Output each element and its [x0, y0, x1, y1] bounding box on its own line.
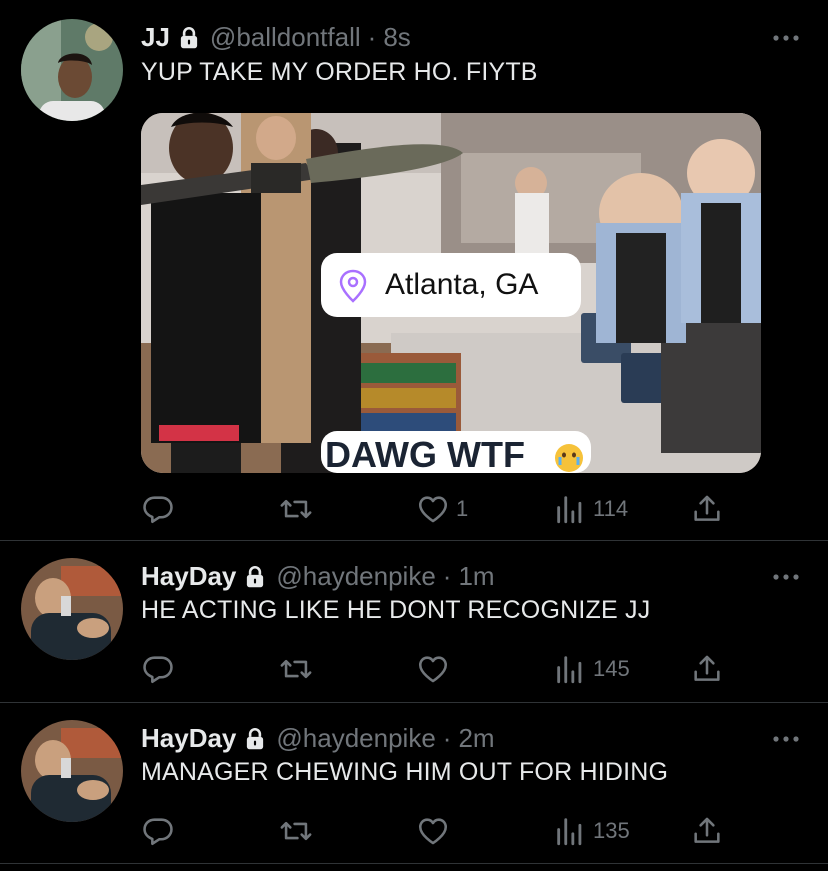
like-button[interactable]: 1 [416, 489, 468, 529]
display-name[interactable]: JJ [141, 22, 170, 53]
share-button[interactable] [690, 649, 724, 689]
lock-icon [176, 25, 202, 51]
views-icon [553, 814, 587, 848]
share-icon [690, 652, 724, 686]
reply-icon [141, 652, 175, 686]
separator: · [442, 561, 452, 591]
retweet-button[interactable] [279, 489, 313, 529]
reply-button[interactable] [141, 489, 175, 529]
like-count: 1 [456, 496, 469, 521]
view-count: 135 [593, 818, 630, 843]
lock-icon [242, 726, 268, 752]
handle[interactable]: @haydenpike [276, 723, 435, 754]
retweet-icon [279, 652, 313, 686]
display-name[interactable]: HayDay [141, 723, 236, 754]
like-button[interactable] [416, 811, 456, 851]
media-caption: DAWG WTF [325, 434, 525, 473]
like-button[interactable] [416, 649, 456, 689]
view-count: 145 [593, 656, 630, 681]
timestamp[interactable]: 8s [383, 22, 410, 53]
view-count: 114 [593, 496, 629, 521]
separator: · [442, 723, 452, 753]
tweet-header: JJ @balldontfall · 8s [141, 22, 411, 53]
tweet-3[interactable]: HayDay @haydenpike · 2m MANAGER CHEWING … [0, 703, 828, 863]
views-button[interactable]: 114 [553, 489, 628, 529]
tweet-actions: 145 [141, 649, 741, 689]
share-icon [690, 492, 724, 526]
reply-button[interactable] [141, 811, 175, 851]
reply-icon [141, 814, 175, 848]
tweet-text: HE ACTING LIKE HE DONT RECOGNIZE JJ [141, 596, 651, 624]
tweet-header: HayDay @haydenpike · 2m [141, 723, 495, 754]
tweet-1[interactable]: JJ @balldontfall · 8s YUP TAKE MY ORDER … [0, 0, 828, 540]
timestamp[interactable]: 1m [458, 561, 494, 592]
share-button[interactable] [690, 811, 724, 851]
reply-icon [141, 492, 175, 526]
avatar[interactable] [21, 720, 123, 822]
tweet-text: MANAGER CHEWING HIM OUT FOR HIDING [141, 758, 669, 786]
like-icon [416, 814, 450, 848]
location-label: Atlanta, GA [385, 268, 539, 301]
handle[interactable]: @balldontfall [210, 22, 361, 53]
retweet-icon [279, 814, 313, 848]
tweet-media[interactable]: Atlanta, GA DAWG WTF [141, 113, 761, 473]
tweet-actions: 1 114 [141, 489, 741, 529]
more-icon[interactable] [772, 572, 800, 582]
retweet-button[interactable] [279, 811, 313, 851]
retweet-button[interactable] [279, 649, 313, 689]
more-icon[interactable] [772, 33, 800, 43]
tweet-text: YUP TAKE MY ORDER HO. FIYTB [141, 58, 538, 86]
separator: · [367, 22, 377, 52]
timestamp[interactable]: 2m [458, 723, 494, 754]
like-icon [416, 652, 450, 686]
like-icon [416, 492, 450, 526]
handle[interactable]: @haydenpike [276, 561, 435, 592]
tweet-2[interactable]: HayDay @haydenpike · 1m HE ACTING LIKE H… [0, 541, 828, 702]
avatar[interactable] [21, 558, 123, 660]
retweet-icon [279, 492, 313, 526]
share-icon [690, 814, 724, 848]
avatar[interactable] [21, 19, 123, 121]
divider [0, 863, 828, 864]
views-button[interactable]: 135 [553, 811, 630, 851]
reply-button[interactable] [141, 649, 175, 689]
more-icon[interactable] [772, 734, 800, 744]
display-name[interactable]: HayDay [141, 561, 236, 592]
views-button[interactable]: 145 [553, 649, 630, 689]
lock-icon [242, 564, 268, 590]
views-icon [553, 652, 587, 686]
tweet-header: HayDay @haydenpike · 1m [141, 561, 495, 592]
tweet-actions: 135 [141, 811, 741, 851]
share-button[interactable] [690, 489, 724, 529]
views-icon [553, 492, 587, 526]
